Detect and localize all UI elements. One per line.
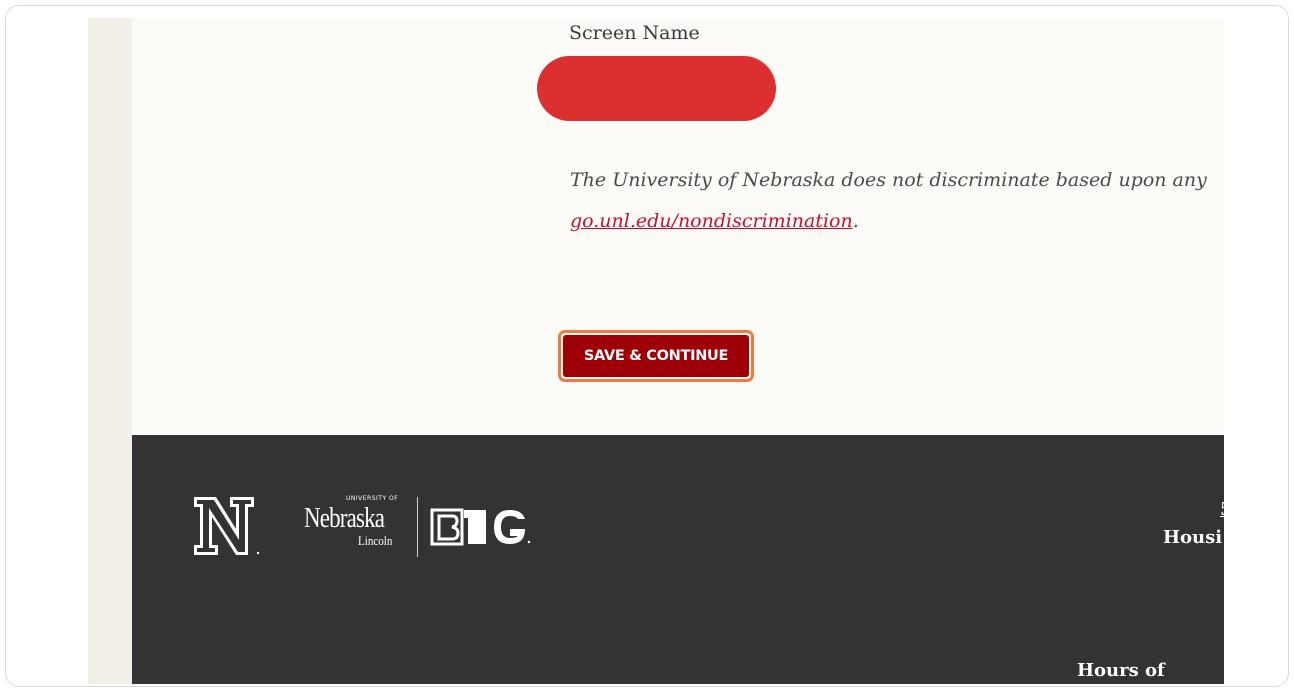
nondiscrimination-notice: The University of Nebraska does not disc… [570, 160, 1224, 242]
footer-contact-link[interactable]: 5 [1220, 499, 1224, 520]
notice-text: The University of Nebraska does not disc… [570, 169, 1207, 191]
wordmark-lincoln: Lincoln [358, 533, 393, 548]
notice-link-suffix: . [852, 210, 859, 232]
screen-name-redacted-value [537, 56, 776, 121]
screen-name-label: Screen Name [569, 22, 700, 44]
logo-divider [417, 497, 418, 557]
left-margin-strip [88, 18, 132, 684]
footer-hours-heading: Hours of Opera [1077, 660, 1165, 684]
save-continue-label: SAVE & CONTINUE [563, 335, 749, 377]
footer-housing-heading: Housi [1163, 527, 1223, 548]
big-ten-logo-icon[interactable] [430, 507, 545, 547]
save-continue-button[interactable]: SAVE & CONTINUE [558, 330, 754, 382]
wordmark-nebraska: Nebraska [304, 503, 385, 534]
site-footer: UNIVERSITY OF Nebraska Lincoln 5 Housi H… [132, 435, 1224, 684]
wordmark-university-of: UNIVERSITY OF [346, 495, 399, 502]
nebraska-n-logo-icon[interactable] [192, 495, 262, 557]
unl-wordmark-logo[interactable]: UNIVERSITY OF Nebraska Lincoln [304, 495, 424, 557]
page-viewport: Screen Name The University of Nebraska d… [88, 18, 1224, 684]
browser-frame: Screen Name The University of Nebraska d… [5, 5, 1289, 687]
nondiscrimination-link[interactable]: go.unl.edu/nondiscrimination [570, 210, 853, 232]
